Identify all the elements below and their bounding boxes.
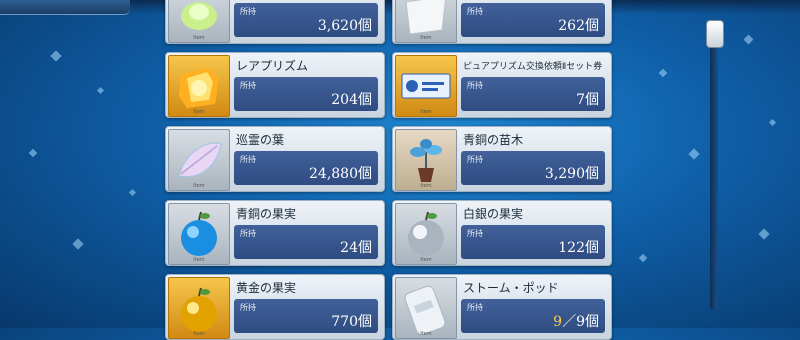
item-count: 262個	[558, 18, 599, 34]
item-card[interactable]: Item ピュアプリズム交換依頼Ⅱセット券 所持 7個	[392, 52, 612, 118]
item-thumbnail: Item	[168, 129, 230, 191]
owned-label: 所持	[240, 229, 256, 238]
owned-label: 所持	[467, 155, 483, 164]
owned-panel: 所持 3,290個	[461, 151, 605, 185]
item-name: レアプリズム	[236, 59, 309, 73]
rare-prism-icon	[179, 68, 219, 108]
item-name: ストーム・ポッド	[463, 281, 559, 295]
ticket-icon	[401, 73, 451, 99]
item-count: 7個	[576, 92, 599, 108]
scrollbar-track[interactable]	[710, 42, 718, 310]
thumb-tag: Item	[193, 109, 205, 115]
item-name: ピュアプリズム交換依頼Ⅱセット券	[463, 62, 603, 72]
owned-label: 所持	[467, 229, 483, 238]
thumb-tag: Item	[420, 109, 432, 115]
back-button[interactable]	[0, 0, 130, 15]
item-count: 3,290個	[544, 166, 599, 182]
blue-apple-icon	[181, 211, 217, 256]
item-thumbnail: Item	[168, 55, 230, 117]
item-name: 青銅の果実	[236, 207, 297, 221]
item-card[interactable]: Item 黄金の果実 所持 770個	[165, 274, 385, 340]
owned-panel: 所持 262個	[461, 3, 605, 37]
item-card[interactable]: Item 所持 262個	[392, 0, 612, 44]
owned-panel: 所持 24個	[234, 225, 378, 259]
thumb-tag: Item	[193, 183, 205, 189]
silver-apple-icon	[408, 211, 444, 256]
owned-label: 所持	[467, 303, 483, 312]
owned-panel: 所持 122個	[461, 225, 605, 259]
owned-panel: 所持 3,620個	[234, 3, 378, 37]
item-count: 24個	[340, 240, 372, 256]
thumb-tag: Item	[420, 331, 432, 337]
item-count: 204個	[331, 92, 372, 108]
owned-panel: 所持 7個	[461, 77, 605, 111]
item-thumbnail: Item	[395, 277, 457, 339]
thumb-tag: Item	[420, 35, 432, 41]
item-thumbnail: Item	[395, 0, 457, 43]
item-name: 青銅の苗木	[463, 133, 524, 147]
item-count: 24,880個	[309, 166, 372, 182]
item-card[interactable]: Item 巡霊の葉 所持 24,880個	[165, 126, 385, 192]
owned-label: 所持	[240, 7, 256, 16]
scrollbar-handle[interactable]	[706, 20, 724, 48]
owned-panel: 所持 204個	[234, 77, 378, 111]
item-name: 黄金の果実	[236, 281, 297, 295]
thumb-tag: Item	[420, 257, 432, 263]
storm-pod-icon	[404, 285, 446, 335]
thumb-tag: Item	[420, 183, 432, 189]
item-count: 122個	[558, 240, 599, 256]
thumb-tag: Item	[193, 257, 205, 263]
thumb-tag: Item	[193, 331, 205, 337]
item-thumbnail: Item	[168, 203, 230, 265]
owned-label: 所持	[467, 81, 483, 90]
owned-label: 所持	[240, 303, 256, 312]
owned-label: 所持	[240, 81, 256, 90]
item-card[interactable]: Item 白銀の果実 所持 122個	[392, 200, 612, 266]
spirit-leaf-icon	[178, 142, 222, 178]
item-card[interactable]: Item ストーム・ポッド 所持 9／9個	[392, 274, 612, 340]
item-thumbnail: Item	[168, 0, 230, 43]
item-count: 9／9個	[553, 311, 599, 331]
owned-label: 所持	[240, 155, 256, 164]
item-thumbnail: Item	[395, 129, 457, 191]
item-thumbnail: Item	[168, 277, 230, 339]
thumb-tag: Item	[193, 35, 205, 41]
item-name: 白銀の果実	[463, 207, 524, 221]
item-card[interactable]: Item 所持 3,620個	[165, 0, 385, 44]
item-card[interactable]: Item レアプリズム 所持 204個	[165, 52, 385, 118]
bronze-sapling-icon	[410, 139, 442, 182]
owned-panel: 所持 24,880個	[234, 151, 378, 185]
item-card[interactable]: Item 青銅の苗木 所持 3,290個	[392, 126, 612, 192]
item-count: 770個	[331, 314, 372, 330]
item-thumbnail: Item	[395, 55, 457, 117]
gold-apple-icon	[181, 287, 217, 332]
item-card[interactable]: Item 青銅の果実 所持 24個	[165, 200, 385, 266]
item-thumbnail: Item	[395, 203, 457, 265]
owned-label: 所持	[467, 7, 483, 16]
item-count: 3,620個	[317, 18, 372, 34]
item-name: 巡霊の葉	[236, 133, 285, 147]
